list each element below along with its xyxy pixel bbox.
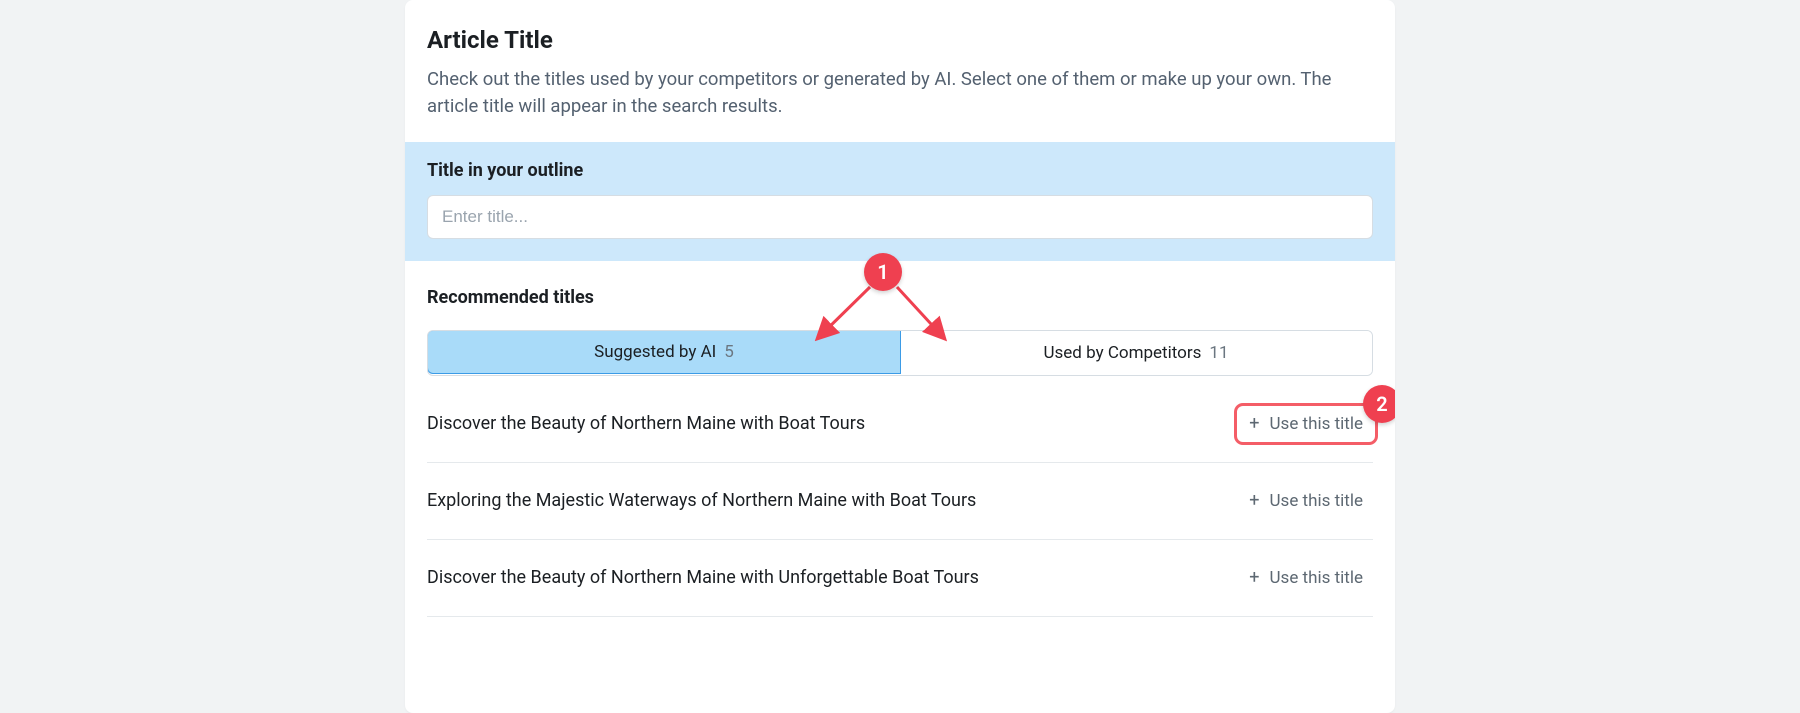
suggested-title-text: Discover the Beauty of Northern Maine wi…: [427, 567, 979, 588]
use-this-title-label: Use this title: [1270, 568, 1363, 588]
plus-icon: +: [1249, 569, 1259, 587]
use-this-title-button[interactable]: + Use this title: [1239, 485, 1373, 517]
recommended-section: 1 Recommended titles Suggested by AI 5 U…: [405, 261, 1395, 617]
suggested-title-text: Exploring the Majestic Waterways of Nort…: [427, 490, 976, 511]
article-title-card: Article Title Check out the titles used …: [405, 0, 1395, 713]
annotation-badge-1: 1: [864, 253, 902, 291]
annotation-badge-2: 2: [1363, 385, 1395, 423]
recommended-heading: Recommended titles: [427, 287, 1373, 308]
plus-icon: +: [1249, 492, 1259, 510]
suggested-title-text: Discover the Beauty of Northern Maine wi…: [427, 413, 865, 434]
list-item: Discover the Beauty of Northern Maine wi…: [427, 540, 1373, 617]
tab-suggested-by-ai[interactable]: Suggested by AI 5: [427, 330, 901, 374]
page-description: Check out the titles used by your compet…: [427, 66, 1347, 120]
list-item: Exploring the Majestic Waterways of Nort…: [427, 463, 1373, 540]
list-item: Discover the Beauty of Northern Maine wi…: [427, 390, 1373, 463]
outline-section: Title in your outline: [405, 142, 1395, 261]
tab-label: Used by Competitors: [1044, 343, 1202, 363]
tab-label: Suggested by AI: [594, 342, 716, 362]
use-this-title-label: Use this title: [1270, 414, 1363, 434]
title-list: Discover the Beauty of Northern Maine wi…: [427, 390, 1373, 617]
use-this-title-button[interactable]: + Use this title: [1239, 408, 1373, 440]
title-input-wrap: [427, 195, 1373, 239]
tab-used-by-competitors[interactable]: Used by Competitors 11: [900, 331, 1372, 375]
plus-icon: +: [1249, 415, 1259, 433]
tabs: Suggested by AI 5 Used by Competitors 11: [427, 330, 1373, 376]
page-title: Article Title: [427, 26, 1373, 54]
header-section: Article Title Check out the titles used …: [405, 0, 1395, 142]
tab-count: 11: [1209, 343, 1228, 363]
outline-label: Title in your outline: [427, 160, 1373, 181]
use-this-title-label: Use this title: [1270, 491, 1363, 511]
use-this-title-button[interactable]: + Use this title: [1239, 562, 1373, 594]
tab-count: 5: [724, 342, 734, 362]
title-input[interactable]: [427, 195, 1373, 239]
